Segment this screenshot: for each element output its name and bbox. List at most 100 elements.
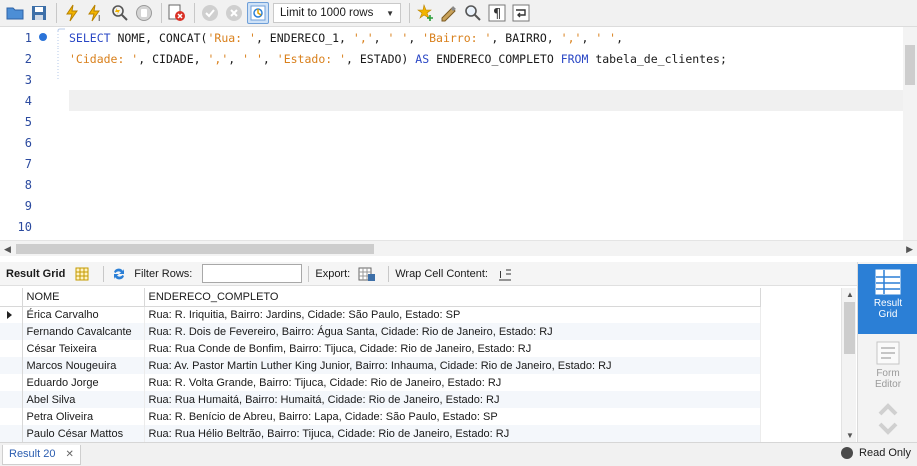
beautify-button[interactable] <box>438 2 460 24</box>
table-row[interactable]: Eduardo Jorge Rua: R. Volta Grande, Bairr… <box>0 374 761 391</box>
wrap-cell-toggle[interactable]: Ⅰ <box>496 265 514 283</box>
current-line-highlight <box>69 90 903 111</box>
line-number: 9 <box>24 198 32 213</box>
cell-endereco-completo[interactable]: Rua: Rua Hélio Beltrão, Bairro: Tijuca, … <box>144 425 761 442</box>
export-button[interactable] <box>358 265 376 283</box>
result-tab[interactable]: Result 20 ✕ <box>2 444 81 465</box>
add-snippet-button[interactable] <box>414 2 436 24</box>
find-button[interactable] <box>462 2 484 24</box>
row-header[interactable] <box>0 340 23 357</box>
editor-line-current: 4 <box>0 90 903 111</box>
table-row[interactable]: Abel Silva Rua: Rua Humaitá, Bairro: Huma… <box>0 391 761 408</box>
form-editor-view-button[interactable]: Form Editor <box>858 336 917 396</box>
cell-endereco-completo[interactable]: Rua: R. Dois de Fevereiro, Bairro: Água … <box>144 323 761 340</box>
refresh-icon <box>114 268 125 279</box>
scrollbar-thumb[interactable] <box>16 244 374 254</box>
cell-nome[interactable]: César Teixeira <box>22 340 145 357</box>
save-button[interactable] <box>28 2 50 24</box>
explain-button[interactable] <box>109 2 131 24</box>
toolbar-separator <box>308 265 310 282</box>
editor-line: 8 <box>0 174 903 195</box>
rollback-button[interactable] <box>223 2 245 24</box>
chevron-down-icon: ▼ <box>386 8 394 18</box>
sql-editor[interactable]: 1 SELECT NOME, CONCAT('Rua: ', ENDERECO_… <box>0 27 903 240</box>
form-editor-icon <box>876 341 900 365</box>
scrollbar-thumb[interactable] <box>844 302 855 354</box>
refresh-button[interactable] <box>110 265 128 283</box>
table-row[interactable]: Fernando Cavalcante Rua: R. Dois de Fever… <box>0 323 761 340</box>
invisible-chars-button[interactable]: ¶ <box>486 2 508 24</box>
result-grid-view-label-1: Result <box>873 298 903 309</box>
grid-icon <box>75 267 89 280</box>
open-file-button[interactable] <box>4 2 26 24</box>
cell-endereco-completo[interactable]: Rua: R. Volta Grande, Bairro: Tijuca, Ci… <box>144 374 761 391</box>
line-number: 1 <box>24 30 32 45</box>
row-header[interactable] <box>0 374 23 391</box>
autocommit-toggle[interactable] <box>247 2 269 24</box>
line-number: 2 <box>24 51 32 66</box>
current-row-arrow-icon <box>7 310 12 319</box>
sql-text: NOME, CONCAT( <box>110 30 208 45</box>
result-grid[interactable]: NOME ENDERECO_COMPLETO Érica Carvalho Rua… <box>0 288 840 442</box>
scroll-left-icon[interactable]: ◀ <box>4 244 11 255</box>
row-header[interactable] <box>0 357 23 374</box>
sql-string: ',' <box>207 51 229 66</box>
column-header-endereco[interactable]: ENDERECO_COMPLETO <box>144 288 761 307</box>
cell-nome[interactable]: Paulo César Mattos <box>22 425 145 442</box>
scrollbar-thumb[interactable] <box>905 45 915 85</box>
cell-endereco-completo[interactable]: Rua: R. Benício de Abreu, Bairro: Lapa, … <box>144 408 761 425</box>
toolbar-separator <box>56 3 57 23</box>
column-header-nome[interactable]: NOME <box>22 288 145 307</box>
table-row[interactable]: Marcos Nougeuira Rua: Av. Pastor Martin L… <box>0 357 761 374</box>
sql-keyword: SELECT <box>69 30 111 45</box>
wrap-lines-button[interactable] <box>510 2 532 24</box>
table-row[interactable]: Érica Carvalho Rua: R. Iriquitia, Bairro:… <box>0 306 761 323</box>
scroll-up-icon[interactable]: ▲ <box>846 290 854 299</box>
table-header-row: NOME ENDERECO_COMPLETO <box>0 288 761 307</box>
code-line-2: 'Cidade: ', CIDADE, ',', ' ', 'Estado: '… <box>69 52 727 66</box>
wrap-cell-icon: Ⅰ <box>498 269 511 281</box>
sql-string: ',' <box>560 30 582 45</box>
table-row[interactable]: Paulo César Mattos Rua: Rua Hélio Beltrão… <box>0 425 761 442</box>
editor-horizontal-scrollbar[interactable]: ◀ ▶ <box>0 240 917 256</box>
row-header[interactable] <box>0 391 23 408</box>
sql-string: 'Bairro: ' <box>422 30 492 45</box>
form-editor-label-1: Form <box>876 368 900 379</box>
row-header[interactable] <box>0 408 23 425</box>
cell-endereco-completo[interactable]: Rua: Rua Humaitá, Bairro: Humaitá, Cidad… <box>144 391 761 408</box>
filter-rows-input[interactable] <box>202 264 303 283</box>
grid-vertical-scrollbar[interactable]: ▲ ▼ <box>841 288 856 442</box>
cell-endereco-completo[interactable]: Rua: Rua Conde de Bonfim, Bairro: Tijuca… <box>144 340 761 357</box>
cell-nome[interactable]: Petra Oliveira <box>22 408 145 425</box>
cell-nome[interactable]: Abel Silva <box>22 391 145 408</box>
cell-nome[interactable]: Marcos Nougeuira <box>22 357 145 374</box>
line-number: 6 <box>24 135 32 150</box>
scroll-down-icon[interactable]: ▼ <box>846 431 854 440</box>
execute-button[interactable] <box>61 2 83 24</box>
commit-button[interactable] <box>199 2 221 24</box>
execute-current-button[interactable]: I <box>85 2 107 24</box>
cell-endereco-completo[interactable]: Rua: Av. Pastor Martin Luther King Junio… <box>144 357 761 374</box>
stop-button[interactable] <box>133 2 155 24</box>
table-row[interactable]: César Teixeira Rua: Rua Conde de Bonfim, … <box>0 340 761 357</box>
status-bar: Result 20 ✕ Read Only <box>0 442 917 466</box>
editor-vertical-scrollbar[interactable] <box>903 27 917 240</box>
cell-nome[interactable]: Eduardo Jorge <box>22 374 145 391</box>
result-grid-icon <box>875 269 901 295</box>
toggle-error-button[interactable] <box>166 2 188 24</box>
cell-nome[interactable]: Érica Carvalho <box>22 306 145 323</box>
cell-endereco-completo[interactable]: Rua: R. Iriquitia, Bairro: Jardins, Cida… <box>144 306 761 323</box>
editor-line: 5 <box>0 111 903 132</box>
cell-nome[interactable]: Fernando Cavalcante <box>22 323 145 340</box>
scroll-right-icon[interactable]: ▶ <box>906 244 913 255</box>
grid-layout-button[interactable] <box>73 265 91 283</box>
row-header[interactable] <box>0 306 23 323</box>
table-row[interactable]: Petra Oliveira Rua: R. Benício de Abreu, … <box>0 408 761 425</box>
row-header[interactable] <box>0 425 23 442</box>
row-header[interactable] <box>0 323 23 340</box>
limit-rows-select[interactable]: Limit to 1000 rows ▼ <box>273 3 401 23</box>
result-grid-view-button[interactable]: Result Grid <box>858 264 917 334</box>
sql-keyword: AS <box>415 51 430 66</box>
close-icon[interactable]: ✕ <box>65 449 73 460</box>
side-panel-scroll[interactable] <box>858 402 917 442</box>
